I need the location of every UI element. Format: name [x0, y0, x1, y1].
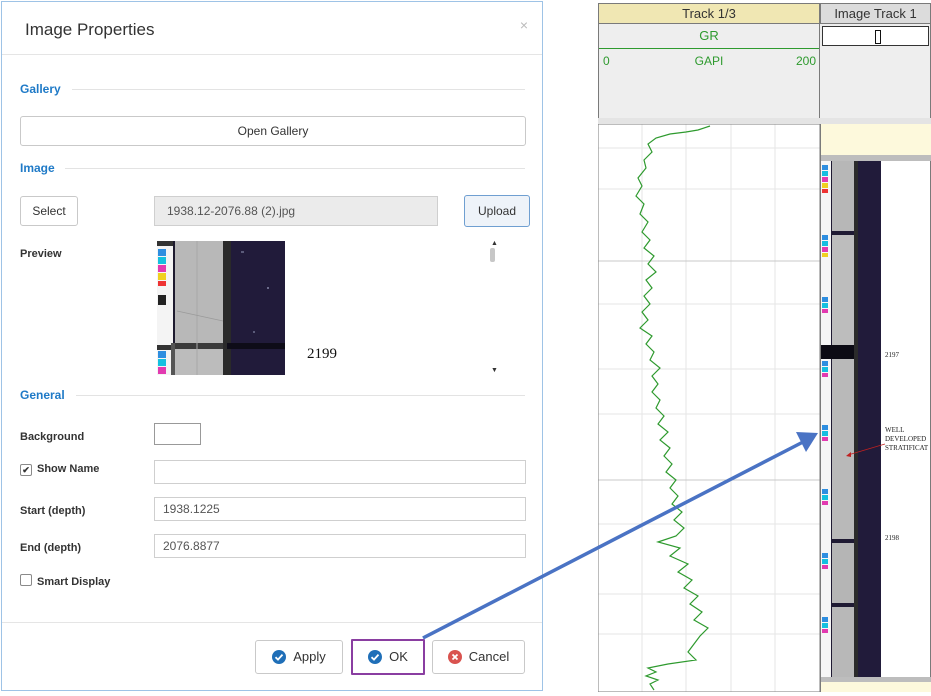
- start-depth-field[interactable]: 1938.1225: [154, 497, 526, 521]
- scroll-thumb[interactable]: [490, 248, 495, 262]
- gallery-section-label: Gallery: [20, 82, 61, 96]
- show-name-row[interactable]: ✔ Show Name: [20, 463, 99, 476]
- core-annotation-line3: STRATIFICAT: [885, 444, 929, 452]
- preview-label: Preview: [20, 248, 62, 260]
- core-annotation: WELL DEVELOPED STRATIFICAT: [885, 426, 928, 453]
- gallery-section: Gallery: [20, 82, 525, 96]
- core-depth-label-2: 2198: [885, 534, 899, 542]
- apply-label: Apply: [293, 649, 326, 664]
- core-image: [821, 161, 881, 677]
- annotation-pointer: [846, 443, 886, 457]
- text-cursor-icon: [875, 30, 881, 44]
- image-track-name-box[interactable]: [822, 26, 929, 46]
- scale-max: 200: [795, 54, 816, 68]
- cancel-button[interactable]: Cancel: [432, 640, 525, 674]
- title-divider: [2, 54, 542, 55]
- ok-label: OK: [389, 649, 408, 664]
- preview-depth-label: 2199: [307, 346, 337, 362]
- core-annotation-line1: WELL: [885, 426, 905, 434]
- curve-header: GR 0 GAPI 200: [598, 24, 820, 118]
- image-section-label: Image: [20, 161, 55, 175]
- ok-button[interactable]: OK: [351, 639, 425, 675]
- image-section: Image: [20, 161, 525, 175]
- select-button[interactable]: Select: [20, 196, 78, 226]
- cancel-label: Cancel: [468, 649, 510, 664]
- general-section: General: [20, 388, 525, 402]
- smart-display-checkbox[interactable]: [20, 574, 32, 586]
- check-icon: [368, 650, 383, 664]
- show-name-label: Show Name: [37, 463, 100, 475]
- check-icon: [272, 650, 287, 664]
- show-name-field[interactable]: [154, 460, 526, 484]
- image-track-body: 2197 WELL DEVELOPED STRATIFICAT 2198: [820, 124, 931, 692]
- start-depth-label: Start (depth): [20, 505, 86, 517]
- end-depth-field[interactable]: 2076.8877: [154, 534, 526, 558]
- background-color-picker[interactable]: [154, 423, 201, 445]
- file-name-field[interactable]: 1938.12-2076.88 (2).jpg: [154, 196, 438, 226]
- image-track-bottom-band: [821, 677, 931, 692]
- open-gallery-button[interactable]: Open Gallery: [20, 116, 526, 146]
- smart-display-label: Smart Display: [37, 576, 111, 588]
- image-track-header-area: [820, 24, 931, 118]
- preview-scrollbar[interactable]: ▲ ▼: [490, 240, 498, 374]
- background-label: Background: [20, 431, 85, 443]
- curve-name: GR: [699, 28, 719, 43]
- upload-button[interactable]: Upload: [464, 195, 530, 227]
- curve-scale-line: [599, 48, 819, 49]
- show-name-checkbox[interactable]: ✔: [20, 464, 32, 476]
- close-icon[interactable]: ×: [520, 17, 528, 33]
- dialog-title: Image Properties: [25, 20, 155, 39]
- gr-curve-track: [598, 124, 820, 692]
- image-track-empty-band: [821, 124, 931, 155]
- footer-divider: [2, 622, 542, 623]
- scroll-up-icon[interactable]: ▲: [491, 240, 498, 247]
- image-track-header: Image Track 1: [820, 3, 931, 24]
- apply-button[interactable]: Apply: [255, 640, 343, 674]
- general-section-label: General: [20, 388, 65, 402]
- track1-header: Track 1/3: [598, 3, 820, 24]
- cancel-icon: [447, 650, 462, 664]
- core-annotation-line2: DEVELOPED: [885, 435, 927, 443]
- smart-display-row[interactable]: Smart Display: [20, 574, 110, 588]
- scale-unit: GAPI: [694, 54, 724, 68]
- core-depth-label-1: 2197: [885, 351, 899, 359]
- image-properties-dialog: Image Properties × Gallery Open Gallery …: [1, 1, 543, 691]
- scroll-down-icon[interactable]: ▼: [491, 367, 498, 374]
- end-depth-label: End (depth): [20, 542, 82, 554]
- preview-image: [157, 241, 285, 375]
